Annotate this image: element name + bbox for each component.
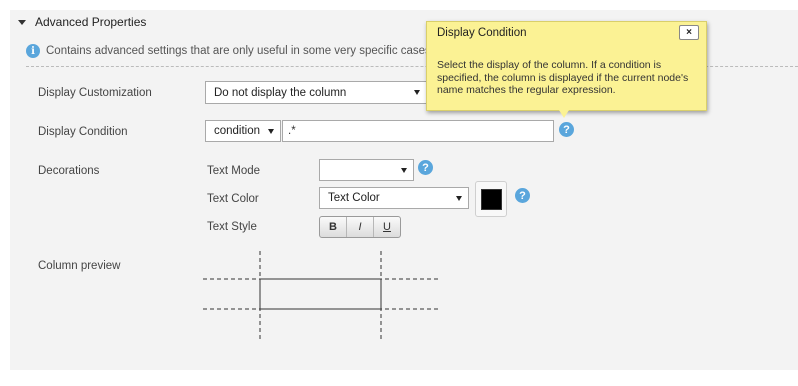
dropdown-arrow-icon [401, 167, 407, 173]
info-text: Contains advanced settings that are only… [46, 45, 435, 57]
display-condition-input-value: .* [288, 125, 296, 137]
italic-button[interactable]: I [347, 217, 374, 237]
color-swatch [480, 188, 502, 210]
collapse-caret-icon[interactable] [18, 19, 26, 25]
display-customization-label: Display Customization [38, 87, 152, 99]
text-color-label: Text Color [207, 193, 259, 205]
info-icon: i [26, 44, 40, 58]
text-color-picker[interactable] [475, 181, 507, 217]
display-condition-help-icon[interactable]: ? [559, 122, 574, 137]
column-preview-diagram [203, 251, 439, 339]
text-style-label: Text Style [207, 221, 257, 233]
tooltip-title: Display Condition [437, 27, 527, 39]
section-title: Advanced Properties [35, 15, 147, 29]
bold-button[interactable]: B [320, 217, 347, 237]
underline-button[interactable]: U [374, 217, 400, 237]
text-mode-select[interactable] [319, 159, 414, 181]
text-color-value: Text Color [328, 192, 380, 204]
column-preview-label: Column preview [38, 260, 121, 272]
info-row: i Contains advanced settings that are on… [26, 44, 434, 58]
text-mode-label: Text Mode [207, 165, 261, 177]
display-customization-value: Do not display the column [214, 86, 347, 99]
section-header[interactable]: Advanced Properties [18, 15, 146, 29]
text-color-help-icon[interactable]: ? [515, 188, 530, 203]
display-condition-mode-value: condition [214, 125, 261, 137]
text-color-select[interactable]: Text Color [319, 187, 469, 209]
display-condition-label: Display Condition [38, 126, 128, 138]
close-icon[interactable]: × [679, 25, 699, 40]
display-condition-tooltip: Display Condition × Select the display o… [426, 21, 707, 118]
dropdown-arrow-icon [268, 128, 274, 134]
dropdown-arrow-icon [414, 90, 420, 95]
tooltip-body: Select the display of the column. If a c… [437, 59, 689, 96]
display-condition-input[interactable]: .* [282, 120, 554, 142]
display-customization-select[interactable]: Do not display the column [205, 81, 427, 104]
decorations-label: Decorations [38, 165, 100, 177]
tooltip-pointer [559, 110, 569, 118]
display-condition-mode-select[interactable]: condition [205, 120, 281, 142]
text-mode-help-icon[interactable]: ? [418, 160, 433, 175]
text-style-button-group: B I U [319, 216, 401, 238]
dropdown-arrow-icon [456, 195, 462, 201]
